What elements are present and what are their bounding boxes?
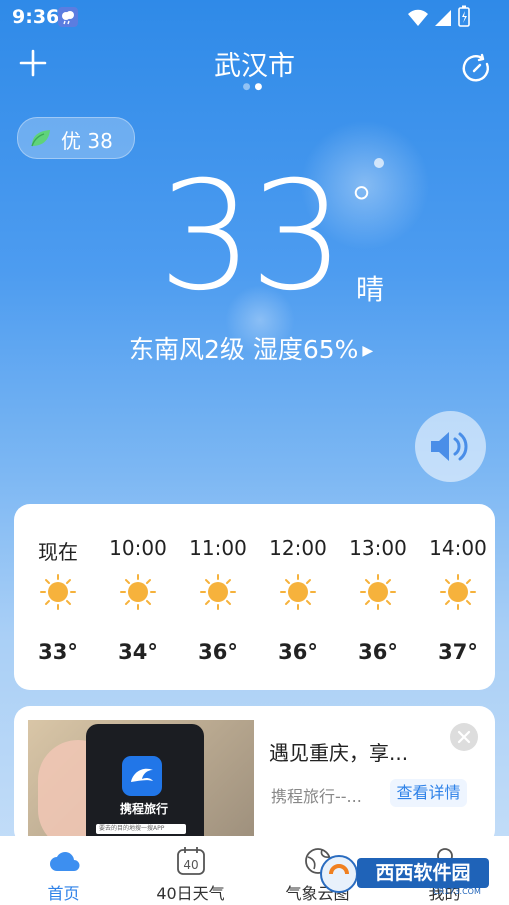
wind-humidity-text: 东南风2级 湿度65% bbox=[129, 335, 359, 364]
hour-label: 13:00 bbox=[349, 536, 407, 560]
air-quality-badge[interactable]: 优 38 bbox=[17, 117, 135, 159]
hour-label: 10:00 bbox=[109, 536, 167, 560]
svg-text:西西软件园: 西西软件园 bbox=[375, 861, 470, 884]
svg-text:40: 40 bbox=[183, 858, 198, 872]
hour-label: 14:00 bbox=[429, 536, 487, 560]
ad-close-button[interactable] bbox=[450, 723, 478, 751]
view-details-button[interactable]: 查看详情 bbox=[390, 779, 467, 807]
nav-label: 首页 bbox=[47, 884, 80, 903]
ad-image[interactable]: 携程旅行 要去的目的地搜一搜APP bbox=[28, 720, 254, 846]
status-time: 9:36 bbox=[12, 6, 60, 28]
sun-icon bbox=[200, 574, 236, 610]
sun-icon bbox=[40, 574, 76, 610]
hour-temperature: 36° bbox=[358, 640, 398, 664]
hour-temperature: 36° bbox=[278, 640, 318, 664]
voice-broadcast-button[interactable] bbox=[415, 411, 486, 482]
wind-humidity-link[interactable]: 东南风2级 湿度65% ▶ bbox=[129, 330, 373, 366]
air-quality-label: 优 38 bbox=[61, 129, 113, 153]
hour-temperature: 34° bbox=[118, 640, 158, 664]
sun-icon bbox=[360, 574, 396, 610]
ad-card[interactable]: 携程旅行 要去的目的地搜一搜APP 遇见重庆，享... 携程旅行--... 查看… bbox=[14, 706, 495, 846]
city-name[interactable]: 武汉市 bbox=[0, 44, 509, 83]
degree-symbol: ° bbox=[349, 176, 374, 234]
speaker-icon bbox=[431, 432, 468, 461]
ad-source: 携程旅行--... bbox=[271, 787, 362, 806]
battery-charging-icon bbox=[458, 5, 470, 27]
ad-image-brand: 携程旅行 bbox=[119, 802, 168, 816]
sun-icon bbox=[120, 574, 156, 610]
svg-text:CR173.COM: CR173.COM bbox=[433, 887, 481, 896]
sun-icon bbox=[440, 574, 476, 610]
refresh-icon bbox=[462, 53, 489, 82]
hour-label: 11:00 bbox=[189, 536, 247, 560]
hour-temperature: 37° bbox=[438, 640, 478, 664]
light-glow bbox=[374, 158, 384, 168]
nav-40-day-weather[interactable]: 40 40日天气 bbox=[127, 836, 254, 905]
leaf-icon bbox=[31, 130, 50, 147]
dolphin-logo-icon bbox=[122, 756, 162, 796]
nav-home[interactable]: 首页 bbox=[0, 836, 127, 905]
close-icon bbox=[457, 730, 471, 744]
weather-notification-icon bbox=[58, 7, 78, 27]
hour-label: 现在 bbox=[38, 540, 78, 564]
weather-condition: 晴 bbox=[356, 273, 385, 306]
calendar-icon: 40 bbox=[177, 847, 205, 875]
hour-label: 12:00 bbox=[269, 536, 327, 560]
hour-temperature: 36° bbox=[198, 640, 238, 664]
nav-label: 40日天气 bbox=[156, 884, 225, 903]
cellular-signal-icon bbox=[435, 10, 451, 26]
chevron-right-icon: ▶ bbox=[362, 343, 374, 359]
hourly-forecast-card[interactable]: 现在 33° 10:00 34° 11:00 36° 12:00 36° 13:… bbox=[14, 504, 495, 690]
wifi-icon bbox=[408, 9, 428, 26]
status-bar: 9:36 bbox=[0, 0, 509, 36]
page-indicator: ●● bbox=[242, 82, 267, 92]
ad-image-search-text: 要去的目的地搜一搜APP bbox=[96, 824, 186, 834]
watermark-logo: 西西软件园 CR173.COM bbox=[320, 855, 489, 896]
cloud-icon bbox=[50, 852, 80, 871]
sun-icon bbox=[280, 574, 316, 610]
refresh-button[interactable] bbox=[461, 52, 493, 84]
hour-temperature: 33° bbox=[38, 640, 78, 664]
current-temperature: 33 bbox=[158, 150, 345, 324]
ad-title[interactable]: 遇见重庆，享... bbox=[269, 737, 408, 766]
